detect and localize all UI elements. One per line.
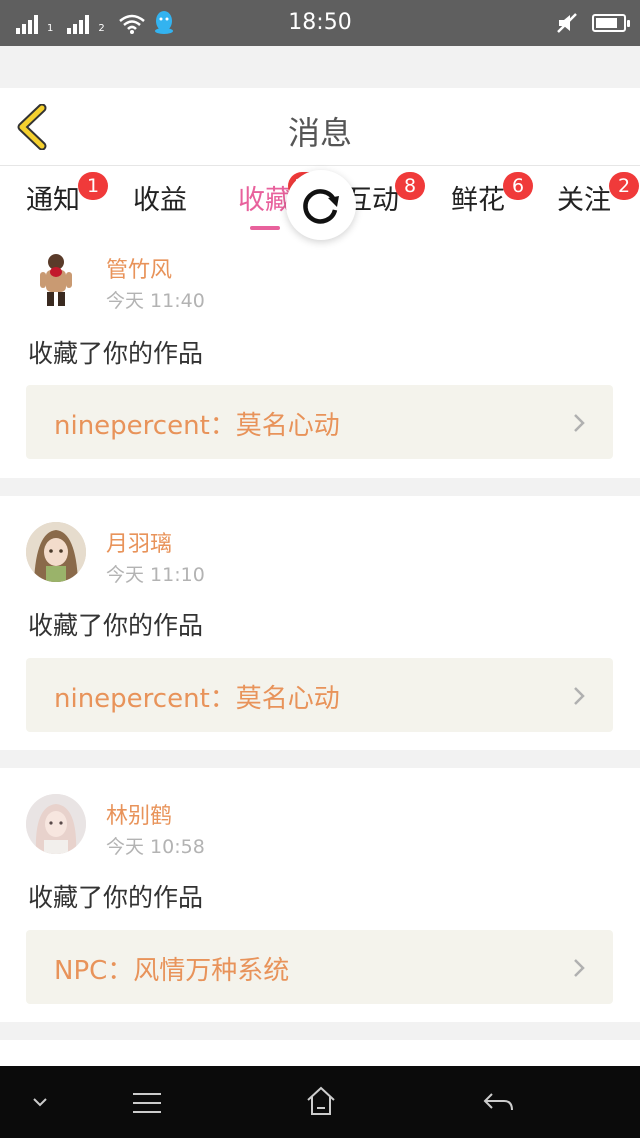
work-link[interactable]: NPC：风情万种系统 bbox=[26, 930, 613, 1004]
avatar-image bbox=[26, 522, 86, 582]
action-text: 收藏了你的作品 bbox=[28, 339, 204, 368]
tab-flowers[interactable]: 鲜花 6 bbox=[451, 172, 533, 217]
tab-badge: 1 bbox=[78, 172, 108, 200]
header: 消息 bbox=[0, 88, 640, 166]
tab-label: 收益 bbox=[133, 185, 187, 216]
tab-earnings[interactable]: 收益 bbox=[133, 178, 187, 217]
tab-label: 关注 bbox=[557, 185, 611, 216]
avatar[interactable] bbox=[26, 794, 86, 854]
tab-badge: 2 bbox=[609, 172, 639, 200]
avatar[interactable] bbox=[26, 248, 86, 308]
avatar[interactable] bbox=[26, 522, 86, 582]
home-icon[interactable] bbox=[306, 1086, 336, 1116]
work-title: NPC：风情万种系统 bbox=[54, 956, 290, 986]
chevron-right-icon bbox=[574, 959, 585, 977]
tab-favorites[interactable]: 收藏 12 bbox=[238, 172, 325, 230]
tab-label: 通知 bbox=[26, 185, 80, 216]
list-item: 林别鹤 今天 10:58 收藏了你的作品 NPC：风情万种系统 bbox=[0, 768, 640, 1022]
refresh-button[interactable] bbox=[286, 170, 356, 240]
work-link[interactable]: ninepercent：莫名心动 bbox=[26, 385, 613, 459]
mute-icon bbox=[557, 13, 577, 33]
list-item bbox=[0, 1040, 640, 1066]
avatar-image bbox=[26, 794, 86, 854]
chevron-right-icon bbox=[574, 414, 585, 432]
work-title: ninepercent：莫名心动 bbox=[54, 411, 340, 441]
list-item: 管竹风 今天 11:40 收藏了你的作品 ninepercent：莫名心动 bbox=[0, 230, 640, 478]
page-title: 消息 bbox=[287, 114, 352, 152]
action-text: 收藏了你的作品 bbox=[28, 611, 204, 640]
tab-label: 收藏 bbox=[238, 185, 292, 216]
user-name[interactable]: 管竹风 bbox=[106, 252, 172, 284]
action-text: 收藏了你的作品 bbox=[28, 883, 204, 912]
chevron-down-icon[interactable] bbox=[32, 1096, 48, 1108]
user-name[interactable]: 月羽璃 bbox=[106, 526, 172, 558]
refresh-icon bbox=[303, 189, 339, 224]
chevron-right-icon bbox=[574, 687, 585, 705]
timestamp: 今天 11:40 bbox=[106, 290, 205, 312]
tab-follow[interactable]: 关注 2 bbox=[557, 172, 639, 217]
menu-icon[interactable] bbox=[132, 1092, 162, 1114]
user-name[interactable]: 林别鹤 bbox=[106, 798, 172, 830]
work-link[interactable]: ninepercent：莫名心动 bbox=[26, 658, 613, 732]
tab-badge: 6 bbox=[503, 172, 533, 200]
timestamp: 今天 10:58 bbox=[106, 836, 205, 858]
tab-badge: 8 bbox=[395, 172, 425, 200]
tab-notice[interactable]: 通知 1 bbox=[26, 172, 108, 217]
timestamp: 今天 11:10 bbox=[106, 564, 205, 586]
system-nav-bar bbox=[0, 1066, 640, 1138]
status-right bbox=[556, 10, 630, 36]
back-arrow-icon[interactable] bbox=[482, 1090, 514, 1114]
list-item: 月羽璃 今天 11:10 收藏了你的作品 ninepercent：莫名心动 bbox=[0, 496, 640, 750]
status-time: 18:50 bbox=[288, 10, 352, 35]
avatar-image bbox=[26, 248, 86, 308]
tab-label: 鲜花 bbox=[451, 185, 505, 216]
status-bar: 1 2 18:50 bbox=[0, 0, 640, 46]
battery-icon bbox=[592, 14, 630, 32]
work-title: ninepercent：莫名心动 bbox=[54, 684, 340, 714]
